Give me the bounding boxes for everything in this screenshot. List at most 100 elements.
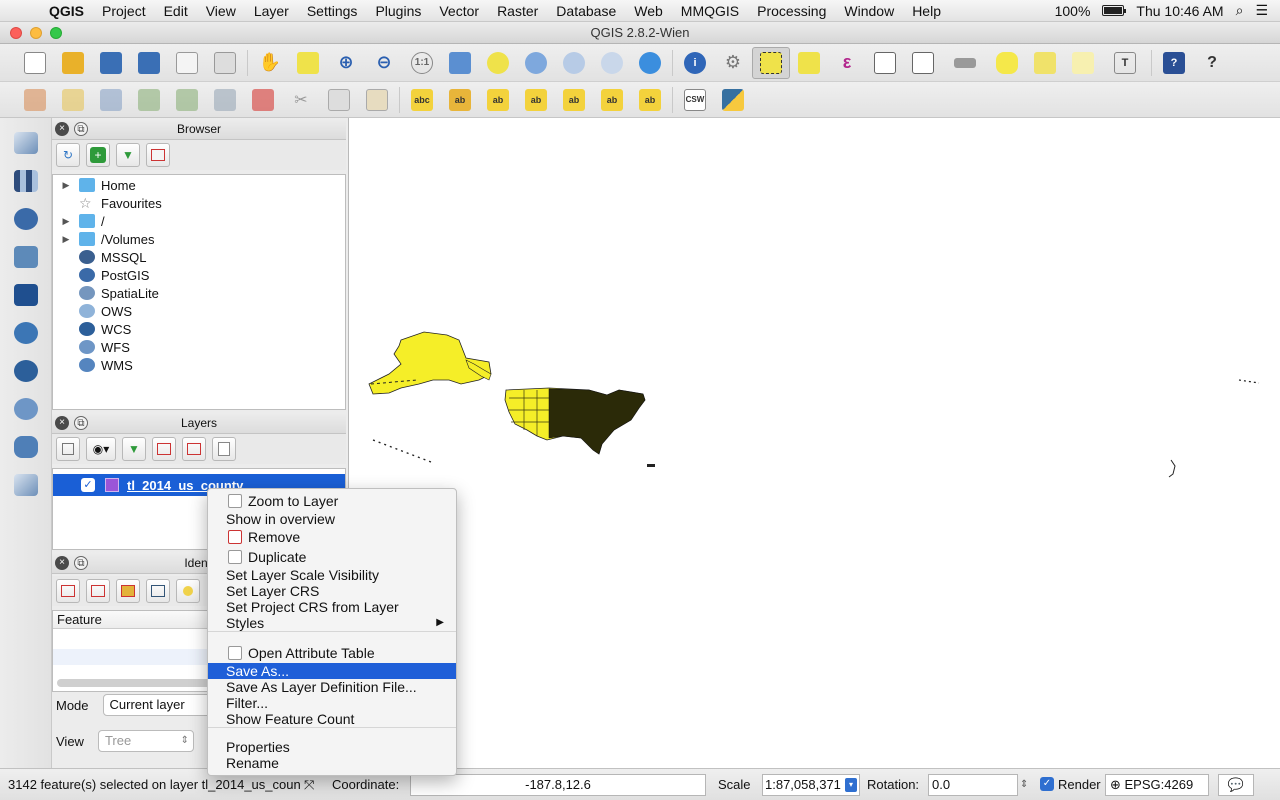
show-hide-labels-button[interactable]: ab (517, 84, 555, 116)
show-bookmarks-button[interactable] (1064, 47, 1102, 79)
menu-plugins[interactable]: Plugins (366, 3, 430, 19)
pan-to-selection-button[interactable] (289, 47, 327, 79)
menu-item-save-as-layer-definition-file[interactable]: Save As Layer Definition File... (208, 679, 456, 695)
toggle-extents-icon[interactable]: ⤧ (304, 775, 314, 795)
new-print-composer-button[interactable] (168, 47, 206, 79)
rotate-label-button[interactable]: ab (593, 84, 631, 116)
add-spatialite-layer-button[interactable] (0, 238, 52, 276)
menu-item-zoom-to-layer[interactable]: Zoom to Layer (208, 493, 456, 509)
layers-collapse-button[interactable] (182, 437, 206, 461)
browser-item[interactable]: ▶ / (53, 212, 345, 230)
identify-features-button[interactable]: i (676, 47, 714, 79)
identify-expand-button[interactable] (56, 579, 80, 603)
pan-map-button[interactable]: ✋ (251, 47, 289, 79)
menu-item-open-attribute-table[interactable]: Open Attribute Table (208, 645, 456, 661)
zoom-to-layer-button[interactable] (517, 47, 555, 79)
zoom-full-button[interactable] (441, 47, 479, 79)
float-panel-icon[interactable]: ⧉ (74, 122, 88, 136)
layers-expand-button[interactable] (152, 437, 176, 461)
measure-line-button[interactable] (942, 47, 988, 79)
zoom-in-button[interactable]: ⊕ (327, 47, 365, 79)
view-select[interactable]: Tree ⇕ (97, 730, 194, 752)
add-vector-layer-button[interactable] (0, 124, 52, 162)
new-shapefile-layer-button[interactable] (0, 466, 52, 504)
messages-button[interactable]: 💬 (1218, 774, 1254, 796)
menu-view[interactable]: View (197, 3, 245, 19)
scale-combo[interactable]: 1:87,058,371 ▾ (762, 774, 860, 796)
field-calculator-button[interactable]: ε (828, 47, 866, 79)
menu-raster[interactable]: Raster (488, 3, 547, 19)
browser-item[interactable]: OWS (53, 302, 345, 320)
identify-clear-button[interactable] (146, 579, 170, 603)
layers-remove-button[interactable] (212, 437, 236, 461)
expand-arrow-icon[interactable]: ▶ (53, 216, 79, 227)
menu-mmqgis[interactable]: MMQGIS (672, 3, 748, 19)
menu-item-filter[interactable]: Filter... (208, 695, 456, 711)
identify-copy-button[interactable] (176, 579, 200, 603)
window-minimize-button[interactable] (30, 27, 42, 39)
python-console-button[interactable] (714, 84, 752, 116)
add-mssql-layer-button[interactable] (0, 276, 52, 314)
zoom-out-button[interactable]: ⊖ (365, 47, 403, 79)
identify-collapse-button[interactable] (86, 579, 110, 603)
coordinate-field[interactable]: -187.8,12.6 (410, 774, 706, 796)
browser-item[interactable]: ▶ /Volumes (53, 230, 345, 248)
csw-button[interactable]: CSW (676, 84, 714, 116)
browser-item[interactable]: ▶ Home (53, 176, 345, 194)
whats-this-button[interactable]: ? (1193, 47, 1231, 79)
map-canvas[interactable] (348, 118, 1280, 768)
zoom-native-button[interactable]: 1:1 (403, 47, 441, 79)
paste-features-button[interactable] (358, 84, 396, 116)
zoom-last-button[interactable] (555, 47, 593, 79)
copy-features-button[interactable] (320, 84, 358, 116)
layer-labeling-button[interactable]: abc (403, 84, 441, 116)
crs-button[interactable]: ⊕ EPSG:4269 (1105, 774, 1209, 796)
menu-web[interactable]: Web (625, 3, 672, 19)
browser-refresh-button[interactable]: ↻ (56, 143, 80, 167)
menu-edit[interactable]: Edit (155, 3, 197, 19)
menu-item-save-as[interactable]: Save As... (208, 663, 456, 679)
menu-help[interactable]: Help (903, 3, 950, 19)
browser-item[interactable]: WMS (53, 356, 345, 374)
browser-item[interactable]: PostGIS (53, 266, 345, 284)
attribute-table-button[interactable] (866, 47, 904, 79)
float-panel-icon[interactable]: ⧉ (74, 556, 88, 570)
select-features-button[interactable] (752, 46, 790, 79)
rotation-stepper[interactable]: ⇕ (1020, 775, 1028, 795)
highlight-pinned-labels-button[interactable]: ab (479, 84, 517, 116)
menu-item-properties[interactable]: Properties (208, 739, 456, 755)
menu-settings[interactable]: Settings (298, 3, 367, 19)
move-label-button[interactable]: ab (555, 84, 593, 116)
close-icon[interactable]: × (55, 122, 69, 136)
new-bookmark-button[interactable] (1026, 47, 1064, 79)
close-icon[interactable]: × (55, 416, 69, 430)
browser-item[interactable]: WFS (53, 338, 345, 356)
rotation-field[interactable]: 0.0 (928, 774, 1018, 796)
menu-item-duplicate[interactable]: Duplicate (208, 549, 456, 565)
browser-filter-button[interactable]: ▼ (116, 143, 140, 167)
add-wfs-layer-button[interactable] (0, 390, 52, 428)
help-contents-button[interactable]: ? (1155, 47, 1193, 79)
menu-item-set-layer-crs[interactable]: Set Layer CRS (208, 583, 456, 599)
menu-item-show-in-overview[interactable]: Show in overview (208, 511, 456, 527)
menu-item-remove[interactable]: Remove (208, 529, 456, 545)
map-tips-button[interactable] (988, 47, 1026, 79)
cut-features-button[interactable]: ✂ (282, 84, 320, 116)
statistical-summary-button[interactable] (904, 47, 942, 79)
menu-vector[interactable]: Vector (430, 3, 488, 19)
render-checkbox[interactable]: ✓ (1040, 777, 1054, 791)
menu-item-styles[interactable]: Styles ▶ (208, 615, 456, 631)
save-layer-edits-button[interactable] (92, 84, 130, 116)
menu-database[interactable]: Database (547, 3, 625, 19)
notification-center-icon[interactable]: ☰ (1255, 2, 1268, 19)
text-annotation-button[interactable]: T (1102, 47, 1148, 79)
menu-layer[interactable]: Layer (245, 3, 298, 19)
window-close-button[interactable] (10, 27, 22, 39)
menu-app[interactable]: QGIS (40, 3, 93, 19)
add-feature-button[interactable] (130, 84, 168, 116)
browser-item[interactable]: SpatiaLite (53, 284, 345, 302)
open-project-button[interactable] (54, 47, 92, 79)
add-raster-layer-button[interactable] (0, 162, 52, 200)
browser-collapse-button[interactable] (146, 143, 170, 167)
delete-selected-button[interactable] (244, 84, 282, 116)
